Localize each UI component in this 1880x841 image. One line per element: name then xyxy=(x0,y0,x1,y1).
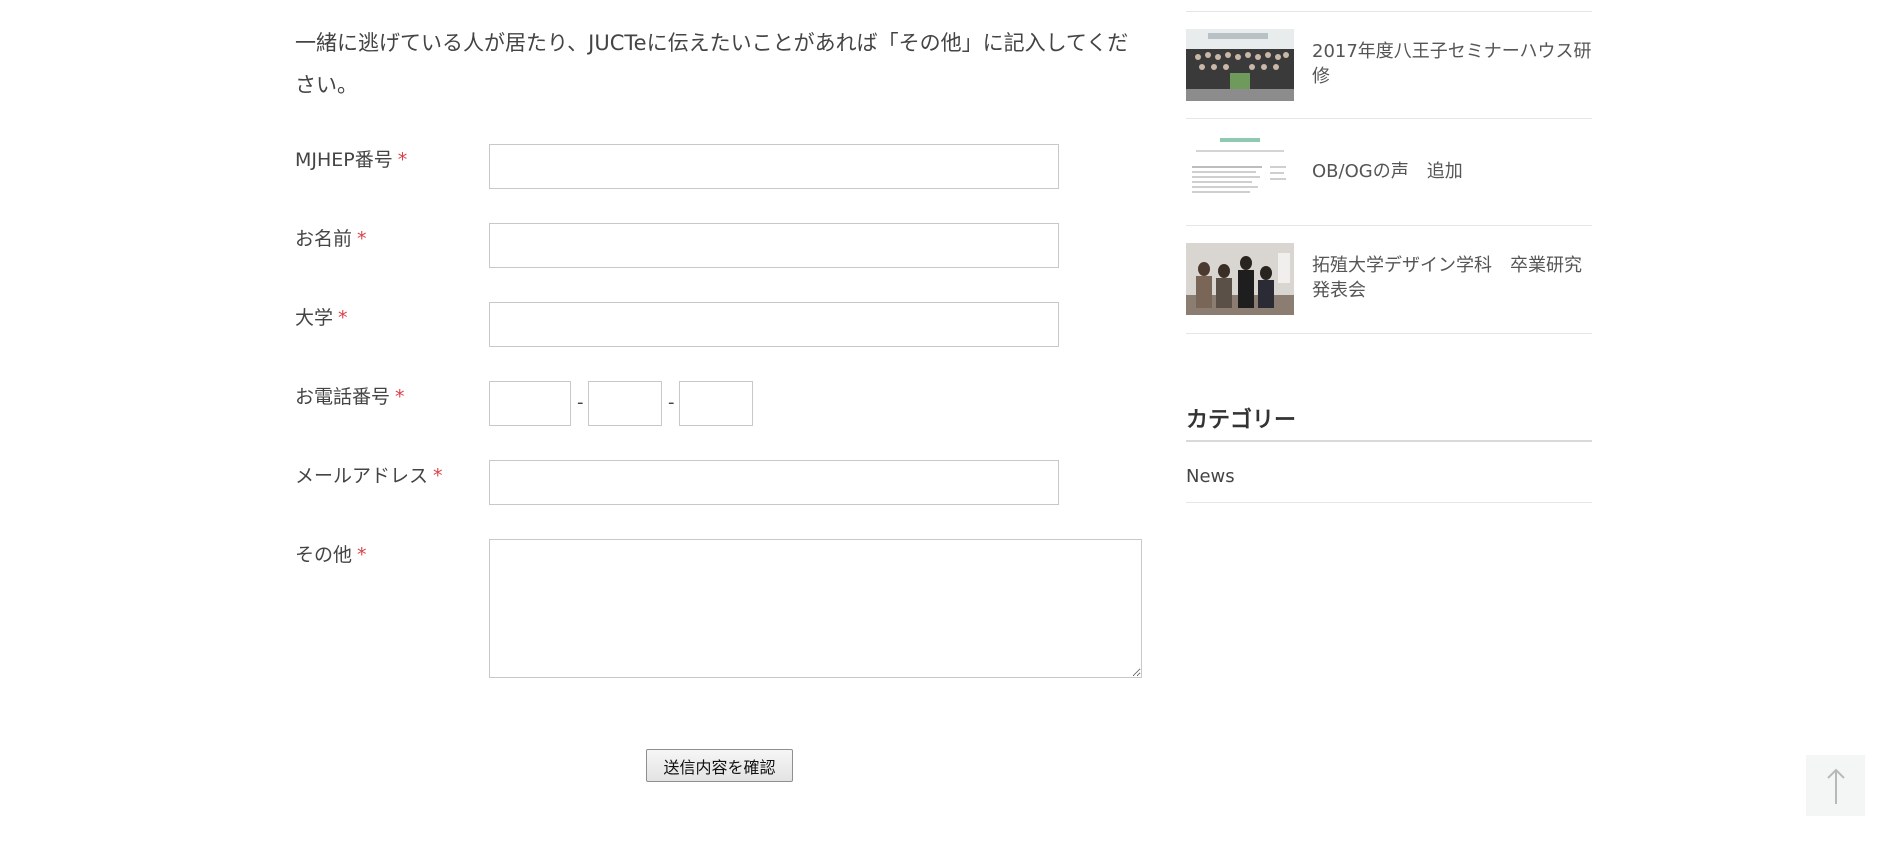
required-mark: * xyxy=(338,307,348,329)
post-link-obog-voice[interactable]: OB/OGの声 追加 xyxy=(1312,159,1592,184)
university-label-text: 大学 xyxy=(295,307,334,329)
people-photo-image xyxy=(1186,243,1294,315)
university-input[interactable] xyxy=(489,302,1059,347)
email-input[interactable] xyxy=(489,460,1059,505)
phone-label-text: お電話番号 xyxy=(295,386,391,408)
required-mark: * xyxy=(397,149,408,171)
mjhep-label: MJHEP番号 * xyxy=(295,145,407,172)
categories-heading-underline xyxy=(1186,440,1592,442)
email-label-text: メールアドレス xyxy=(295,465,429,487)
mjhep-label-text: MJHEP番号 xyxy=(295,149,393,171)
name-label: お名前 * xyxy=(295,224,367,251)
university-label: 大学 * xyxy=(295,303,348,330)
mjhep-number-input[interactable] xyxy=(489,144,1059,189)
confirm-submit-button[interactable]: 送信内容を確認 xyxy=(646,749,793,782)
phone-separator: - xyxy=(668,392,675,413)
category-link-news[interactable]: News xyxy=(1186,466,1235,487)
other-label: その他 * xyxy=(295,540,367,567)
email-label: メールアドレス * xyxy=(295,461,443,488)
post-thumbnail[interactable] xyxy=(1186,136,1294,208)
post-link-hachioji-seminar[interactable]: 2017年度八王子セミナーハウス研修 xyxy=(1312,39,1592,89)
arrow-up-icon xyxy=(1826,768,1845,804)
other-textarea[interactable] xyxy=(489,539,1142,678)
form-intro-text: 一緒に逃げている人が居たり、JUCTeに伝えたいことがあれば「その他」に記入して… xyxy=(295,31,1129,97)
webpage-screenshot-image xyxy=(1186,136,1294,208)
post-thumbnail[interactable] xyxy=(1186,29,1294,101)
phone-label: お電話番号 * xyxy=(295,382,405,409)
categories-heading: カテゴリー xyxy=(1186,408,1297,433)
post-link-takushoku-presentation[interactable]: 拓殖大学デザイン学科 卒業研究発表会 xyxy=(1312,253,1592,303)
group-photo-image xyxy=(1186,29,1294,101)
required-mark: * xyxy=(357,228,367,250)
back-to-top-button[interactable] xyxy=(1806,755,1865,816)
required-mark: * xyxy=(357,544,367,566)
sidebar-divider xyxy=(1186,11,1592,12)
sidebar-divider xyxy=(1186,502,1592,503)
sidebar-divider xyxy=(1186,118,1592,119)
sidebar-divider xyxy=(1186,333,1592,334)
phone-part1-input[interactable] xyxy=(489,381,571,426)
phone-separator: - xyxy=(577,392,584,413)
name-label-text: お名前 xyxy=(295,228,353,250)
phone-part3-input[interactable] xyxy=(679,381,753,426)
phone-part2-input[interactable] xyxy=(588,381,662,426)
post-thumbnail[interactable] xyxy=(1186,243,1294,315)
required-mark: * xyxy=(433,465,443,487)
required-mark: * xyxy=(395,386,405,408)
name-input[interactable] xyxy=(489,223,1059,268)
sidebar-divider xyxy=(1186,225,1592,226)
other-label-text: その他 xyxy=(295,544,353,566)
